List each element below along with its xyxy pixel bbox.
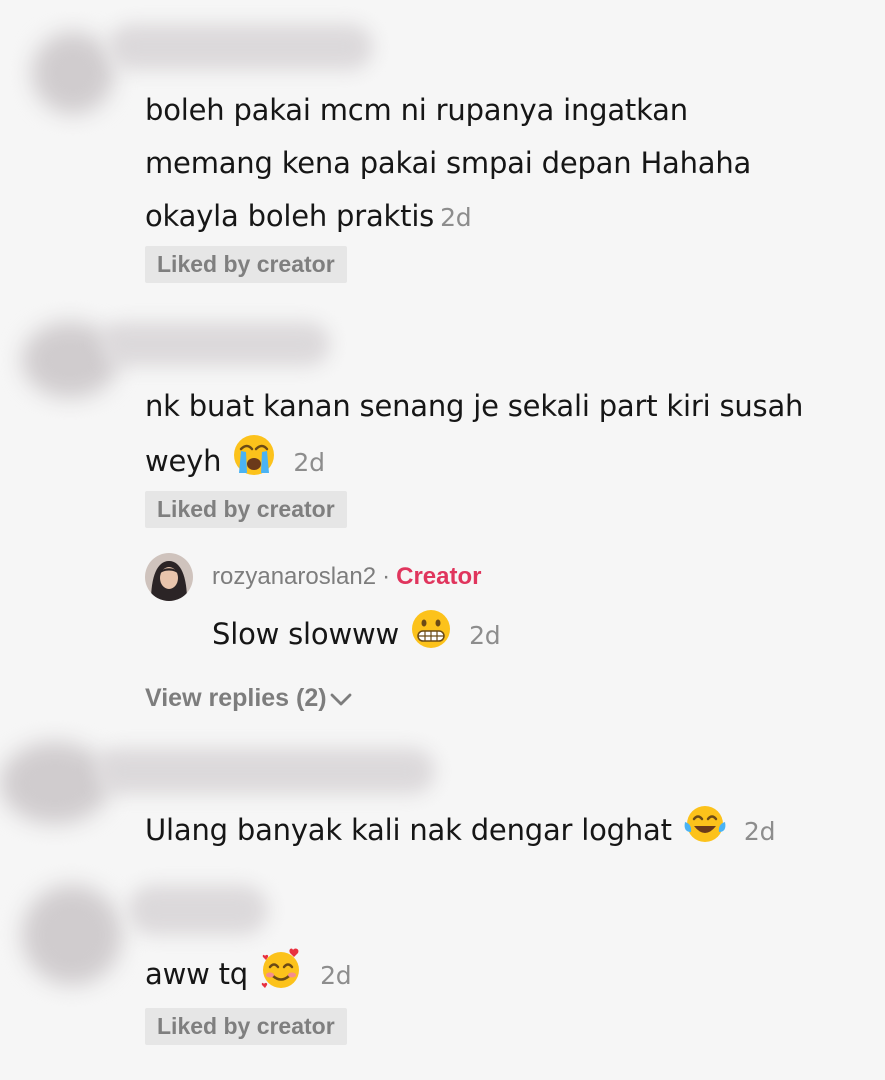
avatar[interactable] <box>22 885 122 985</box>
username-blurred[interactable] <box>128 885 268 935</box>
comment-text: nk buat kanan senang je sekali part kiri… <box>145 389 804 478</box>
liked-by-creator-badge: Liked by creator <box>145 1008 347 1045</box>
smiling-face-with-hearts-icon <box>261 948 300 988</box>
reply-header: rozyanaroslan2 · Creator <box>212 560 481 594</box>
loudly-crying-face-icon <box>234 435 275 475</box>
comment-timestamp: 2d <box>743 817 776 846</box>
username-blurred[interactable] <box>108 24 373 70</box>
creator-avatar[interactable] <box>145 553 193 601</box>
grimacing-face-icon <box>412 610 451 648</box>
avatar[interactable] <box>0 742 110 824</box>
chevron-down-icon <box>330 693 351 706</box>
view-replies-button[interactable]: View replies (2) <box>145 680 353 716</box>
username-blurred[interactable] <box>100 322 330 366</box>
face-with-tears-of-joy-icon <box>684 806 726 842</box>
comment-text: Ulang banyak kali nak dengar loghat 2d <box>145 802 875 858</box>
comment-timestamp: 2d <box>293 448 325 477</box>
reply-timestamp: 2d <box>469 621 501 650</box>
comment-timestamp: 2d <box>440 203 472 232</box>
comment-timestamp: 2d <box>320 961 352 990</box>
separator-dot: · <box>382 563 391 590</box>
creator-username[interactable]: rozyanaroslan2 <box>212 563 376 590</box>
liked-by-creator-badge: Liked by creator <box>145 491 347 528</box>
comment-text: boleh pakai mcm ni rupanya ingatkan mema… <box>145 93 752 233</box>
username-blurred[interactable] <box>95 748 435 794</box>
creator-label: Creator <box>396 563 482 590</box>
comment-text: aww tq 2d <box>145 946 875 1002</box>
liked-by-creator-badge: Liked by creator <box>145 246 347 283</box>
reply-text: Slow slowww 2d <box>212 608 501 662</box>
avatar[interactable] <box>32 32 114 114</box>
